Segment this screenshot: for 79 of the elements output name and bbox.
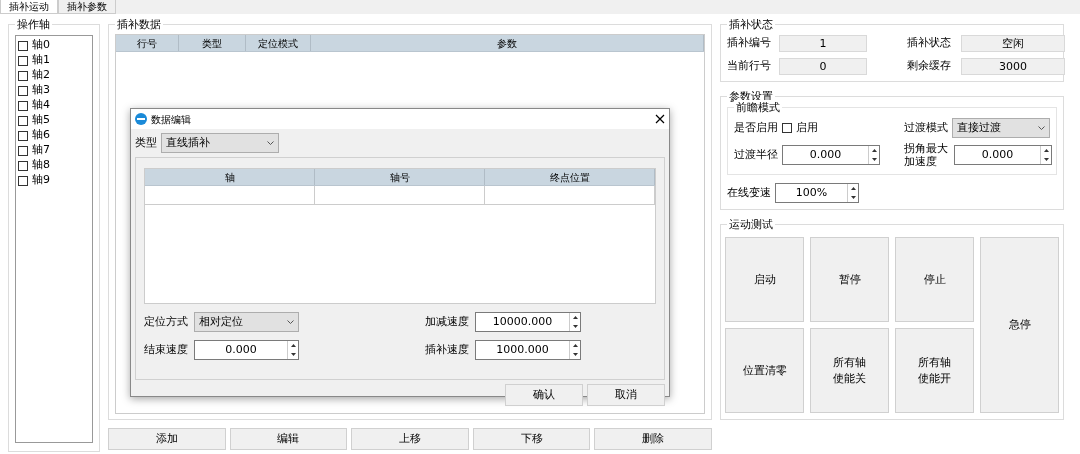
- column-header: 定位模式: [246, 35, 311, 51]
- column-header: 参数: [311, 35, 704, 51]
- readonly-field: 0: [779, 58, 867, 75]
- test-button[interactable]: 暂停: [810, 237, 889, 322]
- app-icon: [135, 113, 147, 125]
- field-label: 过渡半径: [734, 146, 778, 163]
- select-field[interactable]: 直接过渡: [952, 118, 1050, 138]
- spin-field[interactable]: 0.000: [194, 340, 299, 360]
- action-button[interactable]: 添加: [108, 428, 226, 450]
- spin-field[interactable]: 100%: [775, 183, 859, 203]
- axis-checkbox[interactable]: 轴8: [18, 158, 90, 173]
- field-label: 定位方式: [144, 313, 189, 330]
- column-header: 轴: [145, 169, 315, 185]
- axis-checkbox[interactable]: 轴2: [18, 68, 90, 83]
- dialog-button[interactable]: 确认: [505, 384, 583, 406]
- caret-icon: [1038, 126, 1045, 130]
- action-button[interactable]: 编辑: [229, 428, 348, 450]
- axis-checkbox[interactable]: 轴4: [18, 98, 90, 113]
- spin-field[interactable]: 10000.000: [475, 312, 581, 332]
- up-arrow-icon[interactable]: [572, 316, 578, 319]
- down-arrow-icon[interactable]: [572, 353, 578, 356]
- enable-checkbox[interactable]: 启用: [782, 119, 818, 137]
- field-label: 是否启用: [734, 119, 778, 136]
- field-label: 插补编号: [727, 35, 772, 52]
- down-arrow-icon[interactable]: [572, 325, 578, 328]
- dialog-button[interactable]: 取消: [587, 384, 665, 406]
- test-button[interactable]: 急停: [980, 237, 1059, 413]
- field-label: 结束速度: [144, 341, 189, 358]
- spin-field[interactable]: 0.000: [782, 145, 880, 165]
- tab[interactable]: 插补参数: [58, 0, 116, 14]
- down-arrow-icon[interactable]: [1043, 158, 1049, 161]
- action-button[interactable]: 下移: [472, 428, 591, 450]
- caret-icon: [267, 141, 274, 145]
- close-icon[interactable]: [655, 114, 665, 124]
- field-label: 拐角最大加速度: [904, 142, 949, 168]
- up-arrow-icon[interactable]: [871, 149, 877, 152]
- column-header: 终点位置: [485, 169, 655, 185]
- field-label: 当前行号: [727, 58, 772, 75]
- field-label: 在线变速: [727, 184, 771, 201]
- field-label: 插补速度: [424, 341, 470, 358]
- axis-checkbox[interactable]: 轴9: [18, 173, 90, 188]
- field-label: 过渡模式: [904, 119, 948, 136]
- down-arrow-icon[interactable]: [290, 353, 296, 356]
- readonly-field: 空闲: [961, 35, 1065, 52]
- test-button[interactable]: 所有轴使能关: [810, 328, 889, 413]
- dialog-title: 数据编辑: [151, 112, 191, 127]
- axis-checkbox[interactable]: 轴5: [18, 113, 90, 128]
- up-arrow-icon[interactable]: [850, 187, 856, 190]
- down-arrow-icon[interactable]: [850, 196, 856, 199]
- action-button[interactable]: 删除: [594, 428, 712, 450]
- up-arrow-icon[interactable]: [572, 344, 578, 347]
- select-field[interactable]: 相对定位: [194, 312, 299, 332]
- up-arrow-icon[interactable]: [290, 344, 296, 347]
- column-header: 轴号: [315, 169, 485, 185]
- column-header: 行号: [116, 35, 179, 51]
- axis-checkbox[interactable]: 轴6: [18, 128, 90, 143]
- field-label: 类型: [135, 134, 157, 151]
- readonly-field: 1: [779, 35, 867, 52]
- test-button[interactable]: 所有轴使能开: [895, 328, 974, 413]
- test-button[interactable]: 位置清零: [725, 328, 804, 413]
- down-arrow-icon[interactable]: [871, 158, 877, 161]
- spin-field[interactable]: 0.000: [954, 145, 1052, 165]
- action-button[interactable]: 上移: [351, 428, 469, 450]
- axis-checkbox[interactable]: 轴1: [18, 53, 90, 68]
- axis-checkbox[interactable]: 轴0: [18, 38, 90, 53]
- field-label: 加减速度: [424, 313, 470, 330]
- test-button[interactable]: 停止: [895, 237, 974, 322]
- up-arrow-icon[interactable]: [1043, 149, 1049, 152]
- caret-icon: [287, 320, 294, 324]
- type-select[interactable]: 直线插补: [161, 133, 279, 153]
- axis-checkbox[interactable]: 轴3: [18, 83, 90, 98]
- tab[interactable]: 插补运动: [0, 0, 58, 14]
- test-button[interactable]: 启动: [725, 237, 804, 322]
- readonly-field: 3000: [961, 58, 1065, 75]
- column-header: 类型: [179, 35, 246, 51]
- axis-checkbox[interactable]: 轴7: [18, 143, 90, 158]
- field-label: 剩余缓存: [906, 58, 952, 75]
- spin-field[interactable]: 1000.000: [475, 340, 581, 360]
- field-label: 插补状态: [906, 35, 952, 52]
